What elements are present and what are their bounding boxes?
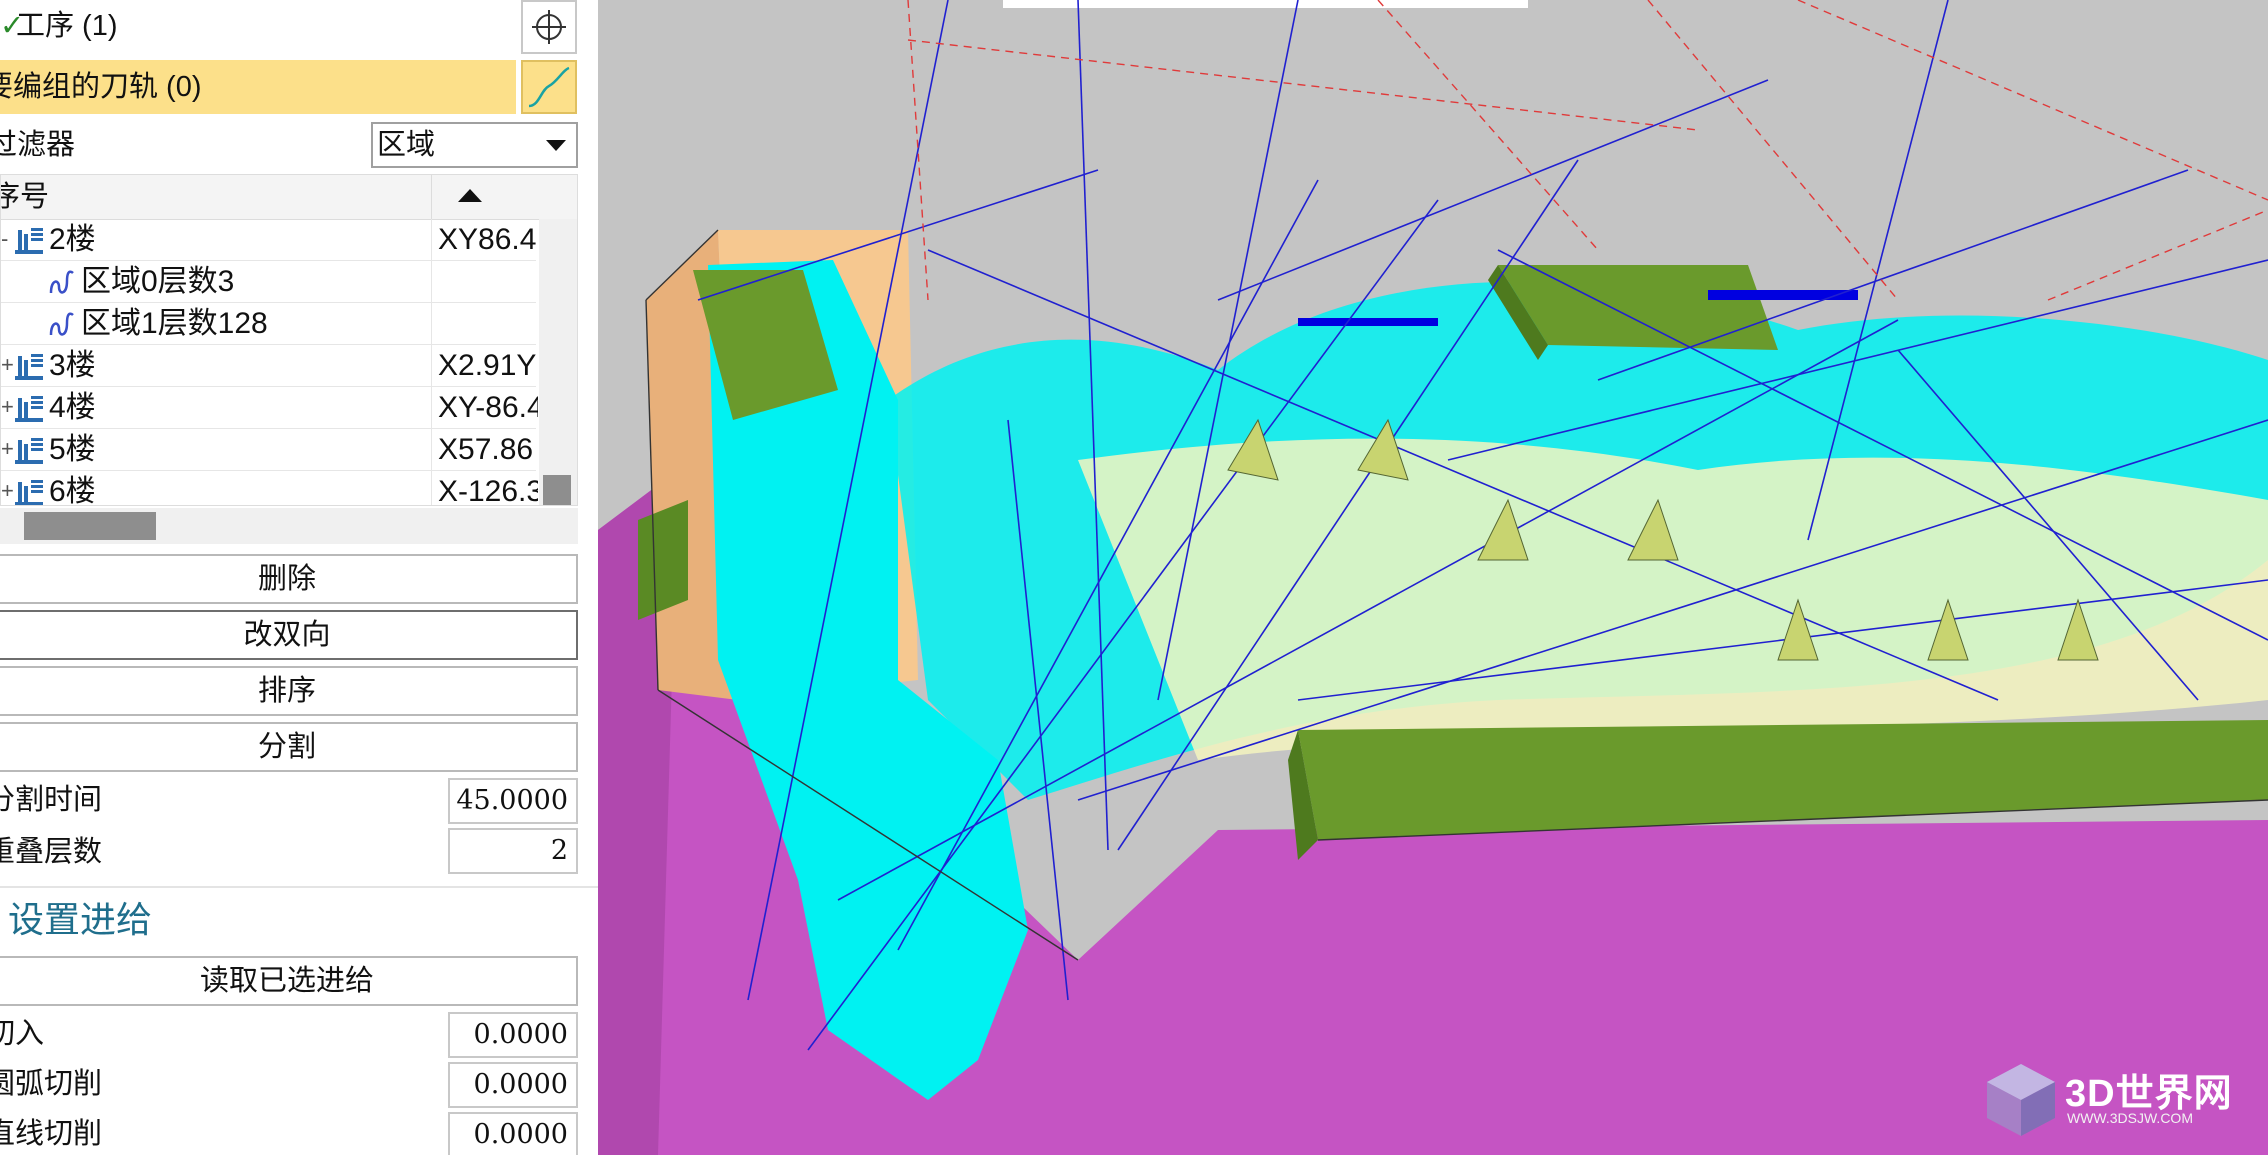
- crosshair-icon: [532, 10, 566, 44]
- column-header-index[interactable]: 序号: [1, 179, 49, 215]
- split-time-input[interactable]: 45.0000: [448, 778, 578, 824]
- tree-row-value: X57.86: [431, 429, 538, 471]
- tree-expand-icon[interactable]: +: [1, 473, 14, 505]
- delete-button[interactable]: 删除: [0, 554, 578, 604]
- dropdown-arrow-icon: [546, 140, 566, 151]
- tree-row-region-0[interactable]: 区域0层数3: [1, 261, 536, 303]
- tree-row-value: XY86.4: [431, 219, 538, 261]
- edit-group-row[interactable]: 要编组的刀轨 (0): [0, 60, 516, 114]
- watermark-brand: 3D世界网: [2065, 1073, 2233, 1115]
- section-divider: [0, 886, 598, 888]
- column-header-value[interactable]: [431, 175, 542, 219]
- vertical-scrollbar[interactable]: [539, 219, 577, 505]
- region-toolpath-icon: [49, 270, 74, 294]
- cam-toolpath-scene: [598, 0, 2268, 1155]
- tree-row-value: X2.91Y: [431, 345, 538, 387]
- tree-row-value: [431, 261, 538, 303]
- curve-icon: [528, 66, 570, 108]
- split-time-label: 分割时间: [0, 784, 103, 816]
- arc-cut-input[interactable]: 0.0000: [448, 1062, 578, 1108]
- cube-logo-icon: [1987, 1064, 2055, 1136]
- reverse-bidirectional-button[interactable]: 改双向: [0, 610, 578, 660]
- toolpath-group-icon: [15, 228, 43, 254]
- vertical-scroll-thumb[interactable]: [543, 475, 571, 505]
- sort-ascending-icon: [458, 189, 482, 202]
- edit-group-label: 要编组的刀轨 (0): [0, 71, 202, 103]
- toolpath-editor-panel: ✓ 工序 (1) 要编组的刀轨 (0) 过滤器 区域 序号: [0, 0, 598, 1155]
- tree-row-floor-2[interactable]: - 2楼 XY86.4: [1, 219, 536, 261]
- tree-row-floor-5[interactable]: + 5楼 X57.86: [1, 429, 536, 471]
- toolpath-group-icon: [15, 480, 43, 505]
- tree-row-label: 4楼: [49, 391, 96, 424]
- tree-row-label: 5楼: [49, 433, 96, 466]
- tree-row-floor-6[interactable]: + 6楼 X-126.3: [1, 471, 538, 506]
- toolpath-group-icon: [15, 354, 43, 380]
- blue-bar-2: [1298, 318, 1438, 326]
- horizontal-scrollbar[interactable]: [0, 508, 578, 544]
- cut-in-input[interactable]: 0.0000: [448, 1012, 578, 1058]
- watermark: 3D世界网 WWW.3DSJW.COM: [1983, 1060, 2253, 1140]
- tree-row-region-1[interactable]: 区域1层数128: [1, 303, 536, 345]
- cut-in-label: 切入: [0, 1018, 45, 1050]
- rapid-moves-red: [907, 0, 2268, 301]
- overlap-layers-label: 重叠层数: [0, 836, 103, 868]
- tree-branch-icon: -: [1, 226, 9, 251]
- toolpath-group-icon: [15, 396, 43, 422]
- toolpath-tree: 序号 - 2楼 XY86.4 区域0层数3: [0, 174, 578, 506]
- line-cut-input[interactable]: 0.0000: [448, 1112, 578, 1155]
- tree-row-label: 区域1层数128: [81, 307, 268, 340]
- viewport-top-bar: [1003, 0, 1528, 8]
- horizontal-scroll-thumb[interactable]: [24, 512, 156, 540]
- filter-select[interactable]: 区域: [371, 122, 578, 168]
- watermark-url: WWW.3DSJW.COM: [2067, 1110, 2193, 1126]
- tree-row-value: XY-86.4: [431, 387, 538, 429]
- tree-row-label: 区域0层数3: [81, 265, 235, 298]
- curve-toolpath-button[interactable]: [521, 60, 577, 114]
- 3d-viewport[interactable]: 3D世界网 WWW.3DSJW.COM: [598, 0, 2268, 1155]
- filter-value: 区域: [377, 129, 436, 161]
- split-button[interactable]: 分割: [0, 722, 578, 772]
- filter-label: 过滤器: [0, 129, 76, 161]
- operation-row[interactable]: ✓ 工序 (1): [0, 0, 598, 54]
- tree-expand-icon[interactable]: +: [1, 431, 14, 467]
- overlap-layers-input[interactable]: 2: [448, 828, 578, 874]
- tree-row-label: 2楼: [49, 223, 96, 256]
- tree-expand-icon[interactable]: +: [1, 389, 14, 425]
- line-cut-label: 直线切削: [0, 1118, 103, 1150]
- tree-header: 序号: [1, 175, 577, 220]
- tree-row-value: [431, 303, 538, 345]
- region-toolpath-icon: [49, 312, 74, 336]
- read-selected-feed-button[interactable]: 读取已选进给: [0, 956, 578, 1006]
- sort-button[interactable]: 排序: [0, 666, 578, 716]
- feed-section-title: 设置进给: [8, 899, 153, 940]
- tree-row-floor-3[interactable]: + 3楼 X2.91Y: [1, 345, 536, 387]
- arc-cut-label: 圆弧切削: [0, 1068, 103, 1100]
- tree-expand-icon[interactable]: +: [1, 347, 14, 383]
- tree-row-floor-4[interactable]: + 4楼 XY-86.4: [1, 387, 538, 429]
- tree-row-value: X-126.3: [431, 471, 538, 505]
- select-target-button[interactable]: [521, 0, 577, 54]
- tree-row-label: 6楼: [49, 475, 96, 506]
- operation-label: 工序 (1): [16, 10, 118, 42]
- part-surface: [1078, 438, 2268, 760]
- toolpath-group-icon: [15, 438, 43, 464]
- tree-row-label: 3楼: [49, 349, 96, 382]
- green-block-left-side: [638, 500, 688, 620]
